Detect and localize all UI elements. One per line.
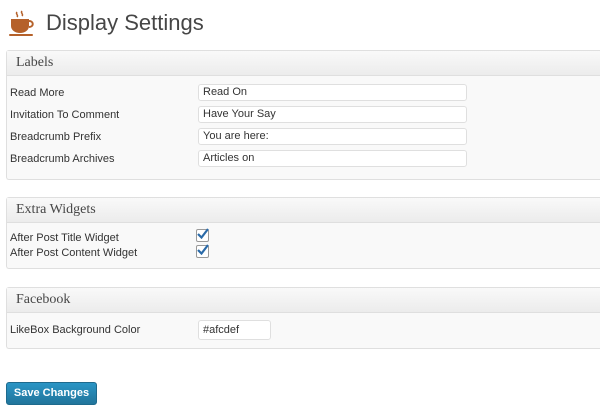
save-changes-button[interactable]: Save Changes — [6, 382, 97, 405]
page-header: Display Settings — [8, 8, 204, 38]
breadcrumb-archives-label: Breadcrumb Archives — [10, 153, 115, 165]
checkmark-icon — [197, 244, 209, 256]
checkmark-icon — [197, 228, 209, 240]
breadcrumb-prefix-input[interactable]: You are here: — [198, 128, 467, 145]
likebox-color-input[interactable]: #afcdef — [198, 320, 271, 340]
breadcrumb-archives-input[interactable]: Articles on — [198, 150, 467, 167]
section-heading: Extra Widgets — [7, 198, 600, 223]
after-post-title-checkbox[interactable] — [196, 228, 209, 242]
section-heading: Labels — [7, 51, 600, 76]
after-post-content-checkbox[interactable] — [196, 244, 209, 258]
invitation-label: Invitation To Comment — [10, 109, 120, 121]
coffee-cup-icon — [9, 10, 34, 36]
read-more-label: Read More — [10, 87, 65, 99]
page-title: Display Settings — [46, 10, 204, 35]
breadcrumb-prefix-label: Breadcrumb Prefix — [10, 131, 102, 143]
after-post-content-label: After Post Content Widget — [10, 247, 138, 259]
read-more-input[interactable]: Read On — [198, 84, 467, 101]
likebox-color-label: LikeBox Background Color — [10, 324, 141, 336]
after-post-title-label: After Post Title Widget — [10, 232, 119, 244]
facebook-section: Facebook — [6, 287, 600, 349]
invitation-input[interactable]: Have Your Say — [198, 106, 467, 123]
section-heading: Facebook — [7, 288, 600, 313]
